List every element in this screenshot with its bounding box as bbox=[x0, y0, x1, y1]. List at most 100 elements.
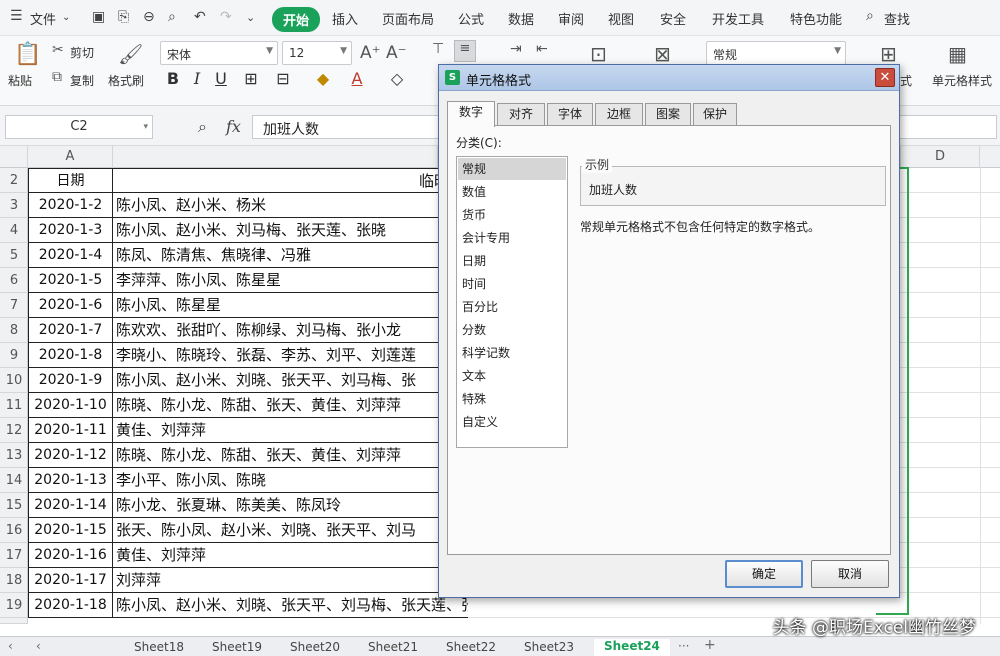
table-style-icon[interactable]: ⊞ bbox=[880, 42, 897, 66]
date-cell[interactable]: 2020-1-8 bbox=[28, 343, 113, 368]
names-cell[interactable]: 陈小凤、赵小米、刘晓、张天平、刘马梅、张天莲、张晓 bbox=[113, 593, 468, 618]
save-icon[interactable]: ▣ bbox=[92, 9, 105, 25]
column-header-a[interactable]: A bbox=[28, 146, 113, 168]
column-header-b[interactable] bbox=[113, 146, 438, 168]
category-item[interactable]: 百分比 bbox=[458, 296, 566, 318]
cell-header-names[interactable]: 临时加 bbox=[113, 168, 468, 193]
row-number[interactable]: 6 bbox=[0, 268, 28, 293]
merge-center-icon[interactable]: ⊠ bbox=[654, 42, 671, 66]
names-cell[interactable]: 李晓小、陈晓玲、张磊、李苏、刘平、刘莲莲 bbox=[113, 343, 468, 368]
table-style-button[interactable]: 式 bbox=[900, 72, 912, 89]
date-cell[interactable]: 2020-1-14 bbox=[28, 493, 113, 518]
names-cell[interactable]: 张天、陈小凤、赵小米、刘晓、张天平、刘马 bbox=[113, 518, 468, 543]
file-menu[interactable]: 文件 bbox=[30, 9, 56, 28]
export-icon[interactable]: ⎘ bbox=[118, 9, 129, 25]
sheet-tab-24[interactable]: Sheet24 bbox=[594, 639, 670, 656]
tab-developer[interactable]: 开发工具 bbox=[712, 9, 764, 28]
names-cell[interactable]: 刘萍萍 bbox=[113, 568, 468, 593]
tab-security[interactable]: 安全 bbox=[660, 9, 686, 28]
names-cell[interactable]: 陈小凤、赵小米、杨米 bbox=[113, 193, 468, 218]
category-item[interactable]: 自定义 bbox=[458, 411, 566, 433]
customize-icon[interactable]: ⌄ bbox=[246, 11, 255, 24]
name-box[interactable]: C2 ▾ bbox=[5, 115, 153, 139]
tab-protection[interactable]: 保护 bbox=[693, 103, 737, 125]
border-icon[interactable]: ⊞ bbox=[240, 68, 262, 90]
row-number[interactable]: 15 bbox=[0, 493, 28, 518]
names-cell[interactable]: 陈欢欢、张甜吖、陈柳绿、刘马梅、张小龙 bbox=[113, 318, 468, 343]
date-cell[interactable]: 2020-1-13 bbox=[28, 468, 113, 493]
tab-alignment[interactable]: 对齐 bbox=[497, 103, 545, 125]
tab-formulas[interactable]: 公式 bbox=[458, 9, 484, 28]
print-icon[interactable]: ⊖ bbox=[143, 9, 155, 25]
cell-style-icon[interactable]: ▦ bbox=[948, 42, 967, 66]
tab-page-layout[interactable]: 页面布局 bbox=[382, 9, 434, 28]
tab-home[interactable]: 开始 bbox=[272, 7, 321, 32]
category-item-general[interactable]: 常规 bbox=[458, 158, 566, 180]
ok-button[interactable]: 确定 bbox=[725, 560, 803, 588]
category-item[interactable]: 科学记数 bbox=[458, 342, 566, 364]
wrap-text-icon[interactable]: ⊡ bbox=[590, 42, 607, 66]
category-item[interactable]: 货币 bbox=[458, 204, 566, 226]
date-cell[interactable]: 2020-1-17 bbox=[28, 568, 113, 593]
row-number[interactable] bbox=[0, 618, 28, 624]
names-cell[interactable]: 陈凤、陈清焦、焦晓律、冯雅 bbox=[113, 243, 468, 268]
category-item[interactable]: 特殊 bbox=[458, 388, 566, 410]
tab-insert[interactable]: 插入 bbox=[332, 9, 358, 28]
font-name-select[interactable]: 宋体 ▼ bbox=[160, 41, 278, 65]
names-cell[interactable]: 陈晓、陈小龙、陈甜、张天、黄佳、刘萍萍 bbox=[113, 393, 468, 418]
row-number[interactable]: 18 bbox=[0, 568, 28, 593]
align-middle-icon[interactable]: ≡ bbox=[454, 40, 476, 62]
row-number[interactable]: 9 bbox=[0, 343, 28, 368]
tab-review[interactable]: 审阅 bbox=[558, 9, 584, 28]
date-cell[interactable]: 2020-1-15 bbox=[28, 518, 113, 543]
row-number[interactable]: 3 bbox=[0, 193, 28, 218]
select-all-corner[interactable] bbox=[0, 146, 28, 168]
date-cell[interactable]: 2020-1-16 bbox=[28, 543, 113, 568]
date-cell[interactable]: 2020-1-6 bbox=[28, 293, 113, 318]
search-icon[interactable]: ⌕ bbox=[866, 8, 874, 24]
names-cell[interactable]: 陈小凤、赵小米、刘晓、张天平、刘马梅、张 bbox=[113, 368, 468, 393]
dialog-title-bar[interactable]: S 单元格格式 ✕ bbox=[439, 65, 899, 91]
add-sheet-icon[interactable]: + bbox=[704, 637, 716, 653]
number-format-select[interactable]: 常规 ▼ bbox=[706, 41, 846, 65]
increase-font-icon[interactable]: A⁺ bbox=[360, 43, 381, 63]
more-sheets-icon[interactable]: ··· bbox=[678, 639, 689, 653]
names-cell[interactable]: 陈小凤、赵小米、刘马梅、张天莲、张晓 bbox=[113, 218, 468, 243]
names-cell[interactable]: 李小平、陈小凤、陈晓 bbox=[113, 468, 468, 493]
close-icon[interactable]: ✕ bbox=[875, 68, 895, 87]
bold-icon[interactable]: B bbox=[162, 68, 184, 90]
date-cell[interactable]: 2020-1-3 bbox=[28, 218, 113, 243]
undo-icon[interactable]: ↶ bbox=[194, 9, 206, 25]
chevron-down-icon[interactable]: ⌄ bbox=[62, 12, 70, 23]
paste-icon[interactable]: 📋 bbox=[14, 42, 41, 67]
category-item[interactable]: 文本 bbox=[458, 365, 566, 387]
tab-data[interactable]: 数据 bbox=[508, 9, 534, 28]
cut-icon[interactable]: ✂ bbox=[52, 42, 64, 58]
sheet-tab-22[interactable]: Sheet22 bbox=[446, 640, 496, 654]
category-item[interactable]: 会计专用 bbox=[458, 227, 566, 249]
date-cell[interactable]: 2020-1-11 bbox=[28, 418, 113, 443]
merge-icon[interactable]: ⊟ bbox=[272, 68, 294, 90]
date-cell[interactable]: 2020-1-12 bbox=[28, 443, 113, 468]
redo-icon[interactable]: ↷ bbox=[220, 9, 232, 25]
names-cell[interactable]: 陈小凤、陈星星 bbox=[113, 293, 468, 318]
row-number[interactable]: 2 bbox=[0, 168, 28, 193]
cell-header-date[interactable]: 日期 bbox=[28, 168, 113, 193]
row-number[interactable]: 19 bbox=[0, 593, 28, 618]
row-number[interactable]: 14 bbox=[0, 468, 28, 493]
tab-border[interactable]: 边框 bbox=[595, 103, 643, 125]
names-cell[interactable]: 李萍萍、陈小凤、陈星星 bbox=[113, 268, 468, 293]
prev-sheet-icon[interactable]: ‹ bbox=[36, 639, 41, 653]
date-cell[interactable]: 2020-1-5 bbox=[28, 268, 113, 293]
date-cell[interactable]: 2020-1-18 bbox=[28, 593, 113, 618]
names-cell[interactable]: 陈小龙、张夏琳、陈美美、陈凤玲 bbox=[113, 493, 468, 518]
date-cell[interactable]: 2020-1-9 bbox=[28, 368, 113, 393]
copy-icon[interactable]: ⧉ bbox=[52, 69, 62, 85]
date-cell[interactable]: 2020-1-4 bbox=[28, 243, 113, 268]
category-item[interactable]: 日期 bbox=[458, 250, 566, 272]
print-preview-icon[interactable]: ⌕ bbox=[168, 9, 176, 25]
names-cell[interactable]: 陈晓、陈小龙、陈甜、张天、黄佳、刘萍萍 bbox=[113, 443, 468, 468]
align-top-icon[interactable]: ⊤ bbox=[432, 41, 444, 57]
row-number[interactable]: 10 bbox=[0, 368, 28, 393]
names-cell[interactable]: 黄佳、刘萍萍 bbox=[113, 418, 468, 443]
